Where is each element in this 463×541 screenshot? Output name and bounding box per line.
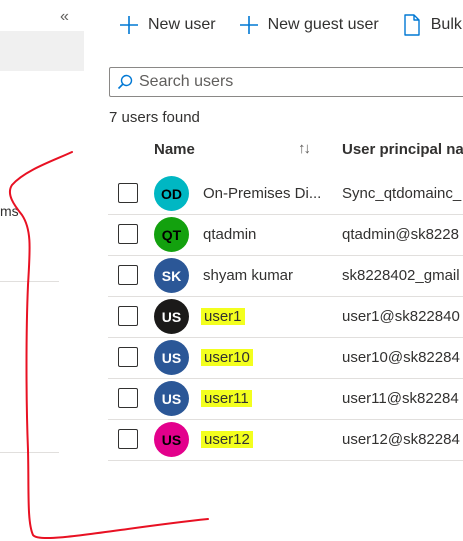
search-icon — [117, 74, 133, 90]
user-name-link[interactable]: On-Premises Di... — [203, 185, 321, 202]
row-checkbox[interactable] — [118, 265, 138, 285]
sidebar-item-label[interactable]: ms — [0, 203, 19, 219]
avatar: SK — [154, 258, 189, 293]
row-checkbox[interactable] — [118, 429, 138, 449]
new-user-label: New user — [148, 16, 216, 33]
row-checkbox[interactable] — [118, 306, 138, 326]
new-guest-user-label: New guest user — [267, 16, 379, 33]
plus-icon — [238, 14, 260, 36]
bulk-label: Bulk — [430, 16, 462, 33]
user-principal-name: user11@sk82284 — [342, 390, 459, 407]
user-name-link[interactable]: user12 — [201, 431, 253, 448]
search-box[interactable] — [109, 67, 463, 97]
row-checkbox[interactable] — [118, 388, 138, 408]
table-row[interactable]: US user12 user12@sk82284 — [108, 419, 463, 461]
sidebar-divider — [0, 281, 59, 282]
collapse-sidebar-icon[interactable]: « — [60, 8, 69, 26]
sidebar-selected-item[interactable] — [0, 31, 84, 71]
command-bar: New user New guest user Bulk — [108, 0, 463, 50]
user-principal-name: qtadmin@sk8228 — [342, 226, 459, 243]
user-name-link[interactable]: user1 — [201, 308, 245, 325]
column-header-name[interactable]: Name — [154, 141, 195, 158]
results-count: 7 users found — [109, 109, 200, 126]
avatar: US — [154, 340, 189, 375]
avatar: US — [154, 299, 189, 334]
user-name-link[interactable]: user10 — [201, 349, 253, 366]
user-name-link[interactable]: shyam kumar — [203, 267, 293, 284]
user-principal-name: sk8228402_gmail — [342, 267, 460, 284]
avatar: QT — [154, 217, 189, 252]
sidebar-divider — [0, 452, 59, 453]
user-name-link[interactable]: user11 — [201, 390, 252, 407]
row-checkbox[interactable] — [118, 224, 138, 244]
document-icon — [401, 14, 423, 36]
avatar: OD — [154, 176, 189, 211]
avatar: US — [154, 422, 189, 457]
search-input[interactable] — [139, 73, 439, 91]
table-row[interactable]: SK shyam kumar sk8228402_gmail — [108, 255, 463, 297]
table-row[interactable]: US user11 user11@sk82284 — [108, 378, 463, 420]
row-checkbox[interactable] — [118, 183, 138, 203]
row-checkbox[interactable] — [118, 347, 138, 367]
table-row[interactable]: US user1 user1@sk822840 — [108, 296, 463, 338]
user-name-link[interactable]: qtadmin — [203, 226, 256, 243]
table-row[interactable]: QT qtadmin qtadmin@sk8228 — [108, 214, 463, 256]
user-principal-name: user1@sk822840 — [342, 308, 460, 325]
table-row[interactable]: US user10 user10@sk82284 — [108, 337, 463, 379]
avatar: US — [154, 381, 189, 416]
table-row[interactable]: OD On-Premises Di... Sync_qtdomainc_ — [108, 173, 463, 215]
column-header-user-principal-name[interactable]: User principal na — [342, 141, 463, 158]
bulk-operations-button[interactable]: Bulk — [401, 14, 462, 36]
user-principal-name: user10@sk82284 — [342, 349, 460, 366]
new-guest-user-button[interactable]: New guest user — [238, 14, 379, 36]
plus-icon — [118, 14, 140, 36]
new-user-button[interactable]: New user — [118, 14, 216, 36]
user-principal-name: user12@sk82284 — [342, 431, 460, 448]
user-principal-name: Sync_qtdomainc_ — [342, 185, 462, 202]
sort-arrows-icon[interactable]: ↑↓ — [298, 140, 311, 157]
